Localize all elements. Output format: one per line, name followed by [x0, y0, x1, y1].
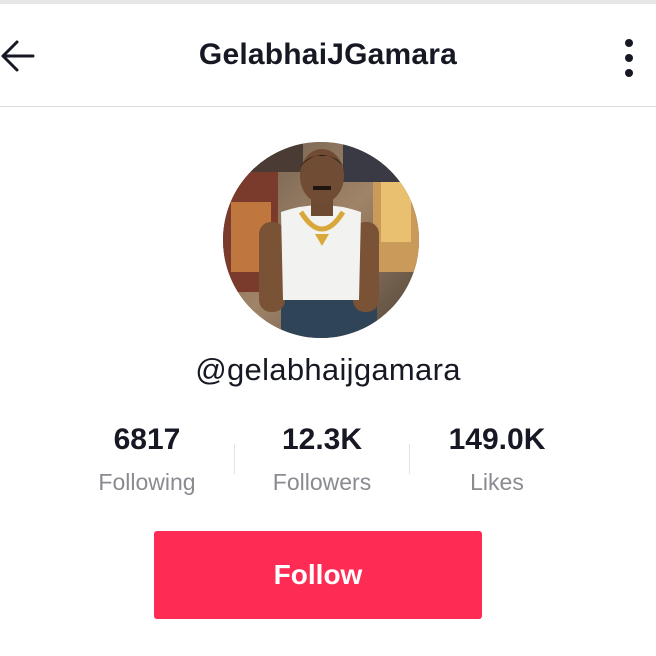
likes-count: 149.0K [448, 423, 546, 456]
more-options-button[interactable] [616, 36, 642, 80]
following-count: 6817 [113, 423, 181, 456]
stat-following[interactable]: 6817 Following [57, 422, 237, 496]
profile-screen: GelabhaiJGamara @gelabhaijgamara 6817 Fo… [0, 0, 656, 656]
page-title: GelabhaiJGamara [198, 38, 458, 71]
stat-likes[interactable]: 149.0K Likes [407, 422, 587, 496]
stat-followers[interactable]: 12.3K Followers [232, 422, 412, 496]
header-bar: GelabhaiJGamara [0, 4, 656, 107]
username: @gelabhaijgamara [195, 352, 461, 387]
avatar[interactable] [223, 142, 419, 338]
followers-label: Followers [272, 469, 372, 495]
profile-photo [223, 142, 419, 338]
likes-label: Likes [470, 469, 524, 495]
follow-button[interactable]: Follow [154, 531, 482, 619]
followers-count: 12.3K [281, 423, 363, 456]
more-vertical-icon [625, 39, 633, 77]
following-label: Following [98, 469, 196, 495]
